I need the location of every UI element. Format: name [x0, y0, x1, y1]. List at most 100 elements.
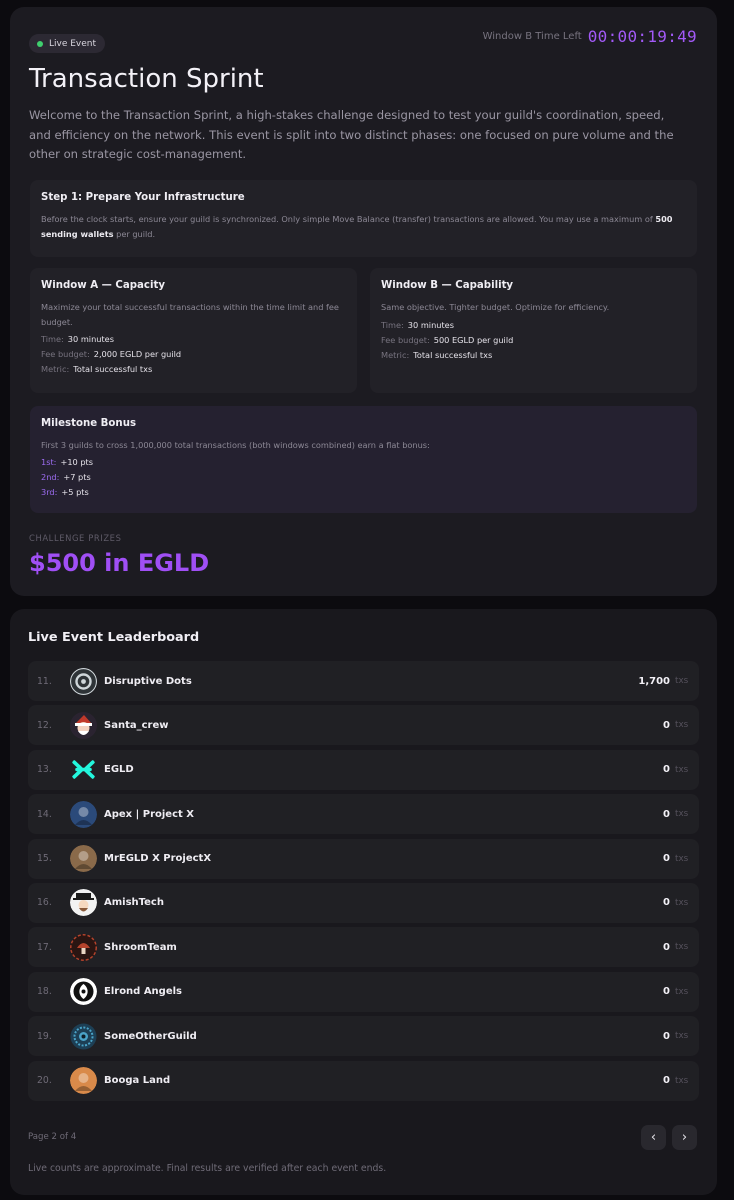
bonus-third: 3rd: +5 pts: [41, 487, 89, 497]
row-tx-unit: txs: [675, 986, 689, 997]
row-tx-unit: txs: [675, 720, 689, 731]
booga-avatar-icon: [70, 1067, 97, 1095]
row-tx-count: 1,700: [638, 675, 670, 687]
row-tx-unit: txs: [675, 897, 689, 908]
row-rank: 17.: [37, 941, 52, 953]
leaderboard-row[interactable]: 20. Booga Land 0 txs: [28, 1060, 699, 1101]
row-guild-name: AmishTech: [104, 897, 164, 909]
row-rank: 14.: [37, 808, 52, 820]
page-info: Page 2 of 4: [28, 1132, 77, 1142]
leaderboard-row[interactable]: 13. EGLD 0 txs: [28, 749, 699, 790]
row-guild-name: Santa_crew: [104, 719, 169, 731]
live-badge-label: Live Event: [49, 38, 97, 49]
milestone-title: Milestone Bonus: [41, 418, 137, 429]
angels-avatar-icon: [70, 978, 97, 1006]
row-tx-unit: txs: [675, 853, 689, 864]
row-guild-name: EGLD: [104, 764, 134, 776]
row-tx-unit: txs: [675, 942, 689, 953]
step-text: Before the clock starts, ensure your gui…: [41, 214, 673, 239]
row-tx-unit: txs: [675, 1031, 689, 1042]
leaderboard-row[interactable]: 11. Disruptive Dots 1,700 txs: [28, 661, 699, 701]
window-b-fee: Fee budget: 500 EGLD per guild: [381, 335, 514, 345]
leaderboard-row[interactable]: 17. ShroomTeam 0 txs: [28, 927, 699, 968]
live-event-badge: Live Event: [29, 34, 106, 53]
row-tx-unit: txs: [675, 764, 689, 775]
live-dot-icon: [37, 40, 43, 47]
window-b-metric: Metric: Total successful txs: [381, 350, 493, 360]
step-panel: Step 1: Prepare Your Infrastructure Befo…: [30, 180, 697, 257]
next-page-button[interactable]: ›: [672, 1125, 697, 1150]
timer-value: 00:00:19:49: [587, 27, 697, 46]
row-tx-unit: txs: [675, 676, 689, 686]
leaderboard-row[interactable]: 19. SomeOtherGuild 0 txs: [28, 1016, 699, 1057]
row-guild-name: ShroomTeam: [104, 941, 177, 953]
window-b-title: Window B — Capability: [381, 280, 514, 291]
pagination: ‹ ›: [641, 1125, 697, 1150]
bonus-second: 2nd: +7 pts: [41, 472, 91, 482]
eye-avatar-icon: [70, 1023, 97, 1050]
leaderboard-row[interactable]: 18. Elrond Angels 0 txs: [28, 971, 699, 1012]
window-a-time: Time: 30 minutes: [41, 334, 114, 344]
row-guild-name: Elrond Angels: [104, 986, 182, 998]
egld-logo-icon: [70, 756, 97, 783]
window-a-fee: Fee budget: 2,000 EGLD per guild: [41, 349, 182, 359]
leaderboard-list: 11. Disruptive Dots 1,700 txs 12. Santa_crew 0…: [28, 661, 699, 1105]
row-tx-count: 0: [663, 986, 670, 998]
row-guild-name: SomeOtherGuild: [104, 1030, 197, 1042]
row-rank: 11.: [37, 675, 52, 687]
row-tx-unit: txs: [675, 1075, 689, 1086]
window-b-time: Time: 30 minutes: [381, 320, 454, 330]
row-tx-count: 0: [663, 719, 670, 731]
row-rank: 13.: [37, 764, 52, 776]
leaderboard-row[interactable]: 15. MrEGLD X ProjectX 0 txs: [28, 838, 699, 879]
event-intro: Welcome to the Transaction Sprint, a hig…: [29, 108, 674, 161]
window-a-panel: Window A — Capacity Maximize your total …: [30, 268, 357, 393]
row-rank: 12.: [37, 719, 52, 731]
row-tx-count: 0: [663, 1030, 670, 1042]
timer-label: Window B Time Left: [482, 31, 582, 42]
shroom-avatar-icon: [70, 933, 97, 961]
leaderboard-row[interactable]: 12. Santa_crew 0 txs: [28, 705, 699, 746]
santa-avatar-icon: [70, 711, 97, 739]
row-tx-unit: txs: [675, 809, 689, 820]
row-tx-count: 0: [663, 764, 670, 776]
window-b-panel: Window B — Capability Same objective. Ti…: [370, 268, 697, 393]
leaderboard-row[interactable]: 16. AmishTech 0 txs: [28, 882, 699, 923]
prizes-label: CHALLENGE PRIZES: [29, 533, 122, 543]
window-a-title: Window A — Capacity: [41, 280, 165, 291]
window-b-desc: Same objective. Tighter budget. Optimize…: [381, 302, 610, 312]
row-guild-name: Booga Land: [104, 1075, 171, 1087]
event-title: Transaction Sprint: [29, 64, 264, 94]
row-rank: 19.: [37, 1030, 52, 1042]
row-rank: 15.: [37, 853, 52, 865]
row-tx-count: 0: [663, 853, 670, 865]
mregld-avatar-icon: [70, 845, 97, 873]
row-tx-count: 0: [663, 897, 670, 909]
event-card: Live Event Window B Time Left 00:00:19:4…: [10, 7, 717, 596]
row-tx-count: 0: [663, 808, 670, 820]
row-tx-count: 0: [663, 941, 670, 953]
row-rank: 16.: [37, 897, 52, 909]
footnote: Live counts are approximate. Final resul…: [28, 1163, 387, 1174]
amish-avatar-icon: [70, 889, 97, 917]
leaderboard-title: Live Event Leaderboard: [28, 630, 200, 645]
bonus-first: 1st: +10 pts: [41, 457, 94, 467]
row-guild-name: Disruptive Dots: [104, 675, 192, 687]
dots-avatar-icon: [70, 667, 97, 695]
row-guild-name: MrEGLD X ProjectX: [104, 853, 212, 865]
prev-page-button[interactable]: ‹: [641, 1125, 666, 1150]
row-guild-name: Apex | Project X: [104, 808, 194, 820]
row-rank: 20.: [37, 1075, 52, 1087]
countdown-timer: Window B Time Left 00:00:19:49: [483, 27, 697, 46]
step-title: Step 1: Prepare Your Infrastructure: [41, 192, 245, 203]
window-a-metric: Metric: Total successful txs: [41, 364, 153, 374]
leaderboard-row[interactable]: 14. Apex | Project X 0 txs: [28, 794, 699, 835]
window-a-desc: Maximize your total successful transacti…: [41, 302, 339, 327]
leaderboard-card: Live Event Leaderboard 11. Disruptive Dot…: [10, 609, 717, 1195]
apex-avatar-icon: [70, 800, 97, 828]
milestone-desc: First 3 guilds to cross 1,000,000 total …: [41, 440, 430, 450]
milestone-panel: Milestone Bonus First 3 guilds to cross …: [30, 406, 697, 513]
prizes-value: $500 in EGLD: [29, 549, 210, 577]
row-tx-count: 0: [663, 1075, 670, 1087]
row-rank: 18.: [37, 986, 52, 998]
